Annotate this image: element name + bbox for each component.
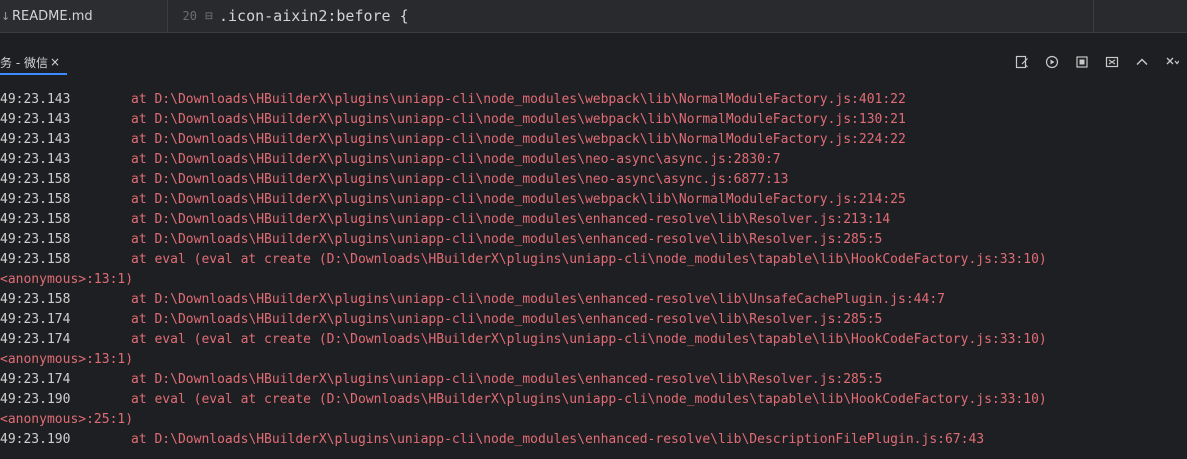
log-line: 49:23.143 at D:\Downloads\HBuilderX\plugi… xyxy=(0,150,1187,170)
close-panel-icon xyxy=(1166,57,1179,65)
log-line: <anonymous>:13:1) xyxy=(0,350,1187,370)
log-timestamp: 49:23.158 xyxy=(0,292,71,307)
file-tree-item-readme[interactable]: ↓ README.md xyxy=(0,0,168,32)
minimap[interactable] xyxy=(1093,0,1187,32)
log-message: at D:\Downloads\HBuilderX\plugins\uniapp… xyxy=(131,192,906,207)
stop-icon xyxy=(1076,56,1088,68)
log-line: <anonymous>:25:1) xyxy=(0,410,1187,430)
log-timestamp: 49:23.143 xyxy=(0,112,71,127)
console-log-output[interactable]: 49:23.143 at D:\Downloads\HBuilderX\plugi… xyxy=(0,90,1187,459)
restore-panel-button[interactable] xyxy=(1097,50,1127,74)
log-timestamp: 49:23.190 xyxy=(0,392,71,407)
log-line: 49:23.158 at D:\Downloads\HBuilderX\plugi… xyxy=(0,170,1187,190)
console-tabbar: 务 - 微信 × xyxy=(0,36,1187,78)
scroll-lock-button[interactable] xyxy=(1037,50,1067,74)
log-line: 49:23.174 at D:\Downloads\HBuilderX\plugi… xyxy=(0,370,1187,390)
log-message: <anonymous>:13:1) xyxy=(0,352,134,367)
log-timestamp: 49:23.158 xyxy=(0,252,71,267)
log-message: at D:\Downloads\HBuilderX\plugins\uniapp… xyxy=(131,92,906,107)
log-timestamp: 49:23.143 xyxy=(0,152,71,167)
log-message: at D:\Downloads\HBuilderX\plugins\uniapp… xyxy=(131,432,985,447)
scroll-lock-icon xyxy=(1045,55,1059,69)
log-line: <anonymous>:13:1) xyxy=(0,270,1187,290)
log-timestamp: 49:23.174 xyxy=(0,332,71,347)
console-tab-label: 务 - 微信 xyxy=(0,55,48,70)
log-timestamp: 49:23.158 xyxy=(0,192,71,207)
log-line: 49:23.174 at eval (eval at create (D:\Dow… xyxy=(0,330,1187,350)
restore-panel-icon xyxy=(1105,56,1119,68)
fold-minus-icon[interactable]: ⊟ xyxy=(203,11,215,22)
log-message: <anonymous>:13:1) xyxy=(0,272,134,287)
log-timestamp: 49:23.158 xyxy=(0,172,71,187)
file-tree-item-label: README.md xyxy=(12,8,93,24)
log-message: at D:\Downloads\HBuilderX\plugins\uniapp… xyxy=(131,112,906,127)
log-line: 49:23.143 at D:\Downloads\HBuilderX\plugi… xyxy=(0,110,1187,130)
log-line: 49:23.158 at D:\Downloads\HBuilderX\plugi… xyxy=(0,230,1187,250)
log-line: 49:23.190 at D:\Downloads\HBuilderX\plugi… xyxy=(0,430,1187,450)
log-timestamp: 49:23.143 xyxy=(0,132,71,147)
log-message: at D:\Downloads\HBuilderX\plugins\uniapp… xyxy=(131,372,883,387)
log-timestamp: 49:23.190 xyxy=(0,432,71,447)
log-timestamp: 49:23.174 xyxy=(0,372,71,387)
stop-button[interactable] xyxy=(1067,50,1097,74)
editor-code-line[interactable]: 20 ⊟ .icon-aixin2:before { xyxy=(169,0,1093,32)
log-line: 49:23.143 at D:\Downloads\HBuilderX\plugi… xyxy=(0,130,1187,150)
log-timestamp: 49:23.158 xyxy=(0,212,71,227)
console-tab[interactable]: 务 - 微信 × xyxy=(0,50,60,74)
clear-log-icon xyxy=(1015,55,1028,69)
log-message: at D:\Downloads\HBuilderX\plugins\uniapp… xyxy=(131,212,891,227)
log-message: at D:\Downloads\HBuilderX\plugins\uniapp… xyxy=(131,292,945,307)
log-message: at D:\Downloads\HBuilderX\plugins\uniapp… xyxy=(131,172,789,187)
log-message: at eval (eval at create (D:\Downloads\HB… xyxy=(131,332,1047,347)
clear-log-button[interactable] xyxy=(1007,50,1037,74)
console-toolbar xyxy=(1007,50,1187,74)
log-message: at D:\Downloads\HBuilderX\plugins\uniapp… xyxy=(131,152,781,167)
log-line: 49:23.158 at D:\Downloads\HBuilderX\plugi… xyxy=(0,290,1187,310)
collapse-panel-button[interactable] xyxy=(1127,50,1157,74)
tab-close-icon[interactable]: × xyxy=(50,55,60,69)
chevron-up-icon xyxy=(1136,58,1148,65)
close-panel-button[interactable] xyxy=(1157,50,1187,74)
log-line: 49:23.158 at eval (eval at create (D:\Dow… xyxy=(0,250,1187,270)
hbuilderx-window: ↓ README.md 20 ⊟ .icon-aixin2:before { 务… xyxy=(0,0,1187,459)
log-message: at eval (eval at create (D:\Downloads\HB… xyxy=(131,252,1047,267)
log-message: at D:\Downloads\HBuilderX\plugins\uniapp… xyxy=(131,232,883,247)
code-text[interactable]: .icon-aixin2:before { xyxy=(219,7,409,25)
log-message: <anonymous>:25:1) xyxy=(0,412,134,427)
log-line: 49:23.158 at D:\Downloads\HBuilderX\plugi… xyxy=(0,190,1187,210)
log-line: 49:23.174 at D:\Downloads\HBuilderX\plugi… xyxy=(0,310,1187,330)
editor-top-strip: ↓ README.md 20 ⊟ .icon-aixin2:before { xyxy=(0,0,1187,33)
download-arrow-icon: ↓ xyxy=(1,9,11,23)
log-message: at eval (eval at create (D:\Downloads\HB… xyxy=(131,392,1047,407)
line-number: 20 xyxy=(182,9,197,23)
log-message: at D:\Downloads\HBuilderX\plugins\uniapp… xyxy=(131,312,883,327)
log-line: 49:23.143 at D:\Downloads\HBuilderX\plugi… xyxy=(0,90,1187,110)
log-line: 49:23.190 at eval (eval at create (D:\Dow… xyxy=(0,390,1187,410)
log-message: at D:\Downloads\HBuilderX\plugins\uniapp… xyxy=(131,132,906,147)
log-timestamp: 49:23.174 xyxy=(0,312,71,327)
log-timestamp: 49:23.143 xyxy=(0,92,71,107)
active-tab-indicator xyxy=(0,73,67,75)
log-timestamp: 49:23.158 xyxy=(0,232,71,247)
log-line: 49:23.158 at D:\Downloads\HBuilderX\plugi… xyxy=(0,210,1187,230)
